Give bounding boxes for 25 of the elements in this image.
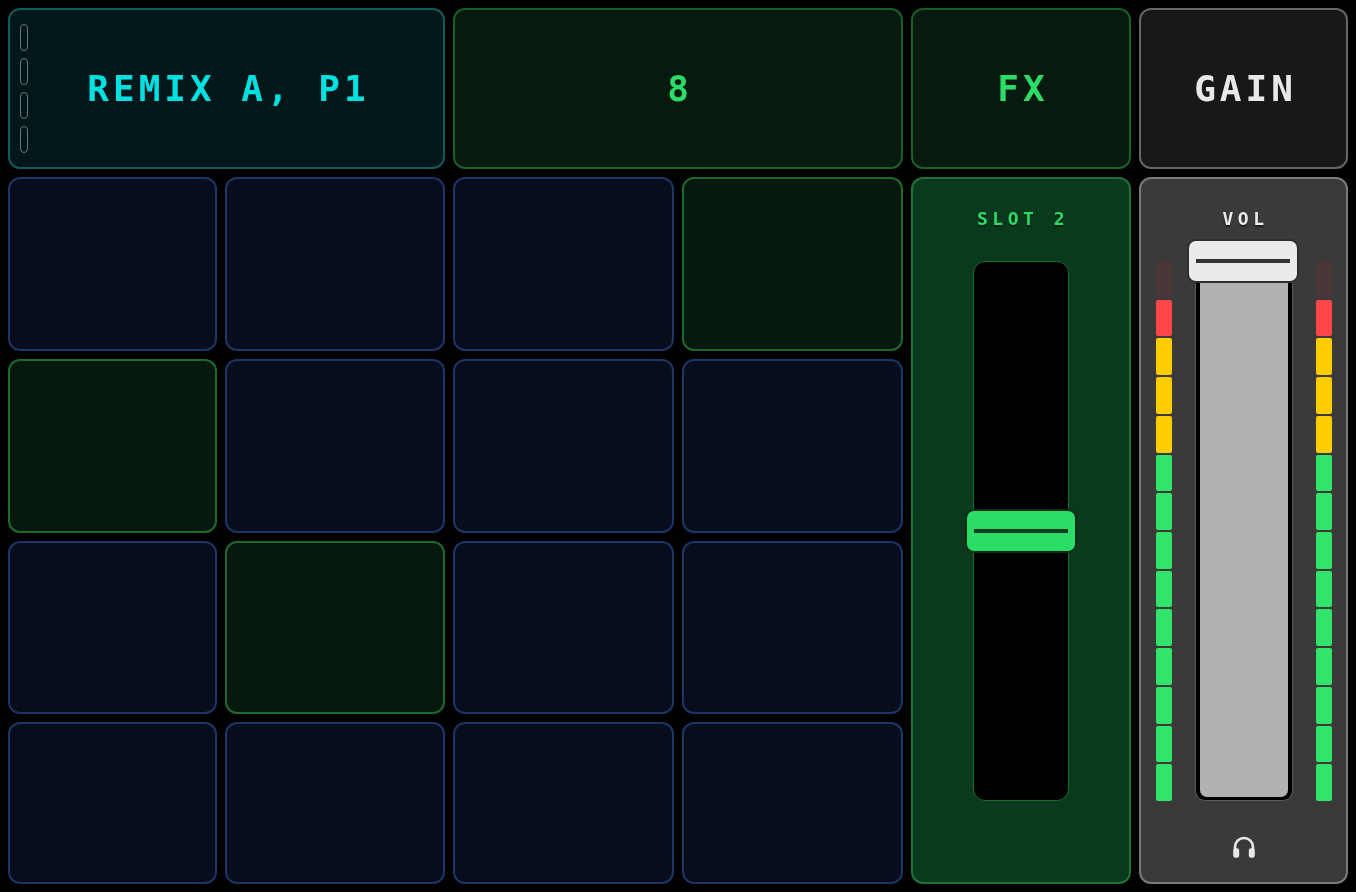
pad[interactable] xyxy=(8,722,217,884)
pad[interactable] xyxy=(682,541,903,714)
gain-button[interactable]: GAIN xyxy=(1139,8,1348,169)
pad[interactable] xyxy=(225,359,445,533)
fader-thumb[interactable] xyxy=(965,509,1077,553)
pad[interactable] xyxy=(225,541,445,714)
pad[interactable] xyxy=(8,541,217,714)
volume-label: VOL xyxy=(1221,208,1269,230)
pad[interactable] xyxy=(453,177,674,351)
pad[interactable] xyxy=(453,541,674,714)
pad[interactable] xyxy=(682,722,903,884)
pad[interactable] xyxy=(453,722,674,884)
pad[interactable] xyxy=(453,359,674,533)
pad[interactable] xyxy=(225,722,445,884)
pad[interactable] xyxy=(8,177,217,351)
fader-thumb[interactable] xyxy=(1187,239,1299,283)
pad[interactable] xyxy=(8,359,217,533)
pad[interactable] xyxy=(682,359,903,533)
slot-label: SLOT 2 xyxy=(976,208,1069,230)
headphones-icon[interactable] xyxy=(1231,835,1256,859)
pad[interactable] xyxy=(225,177,445,351)
track-title: REMIX A, P1 xyxy=(86,68,371,109)
counter-display: 8 xyxy=(453,8,903,169)
fx-button[interactable]: FX xyxy=(911,8,1131,169)
pad[interactable] xyxy=(682,177,903,351)
